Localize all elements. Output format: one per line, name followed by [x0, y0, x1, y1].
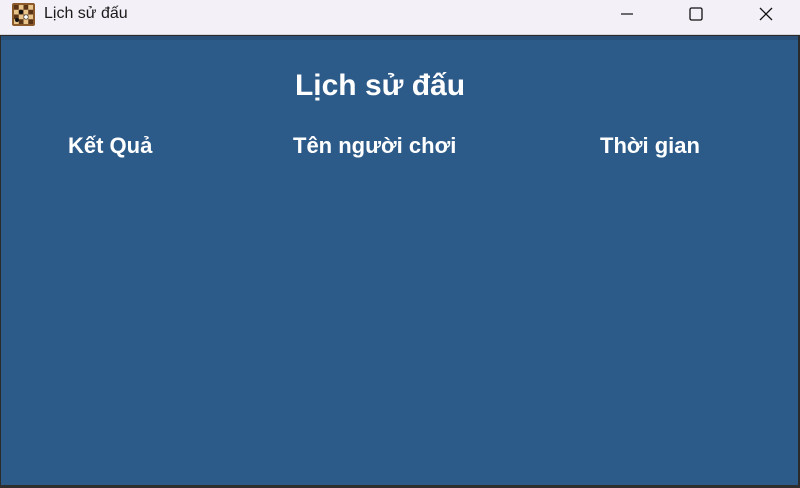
window-title: Lịch sử đấu [44, 5, 128, 22]
history-panel: Lịch sử đấu Kết Quả Tên người chơi Thời … [1, 36, 798, 485]
close-button[interactable] [743, 0, 789, 28]
page-title: Lịch sử đấu [294, 69, 466, 102]
column-header-player-name: Tên người chơi [293, 133, 457, 158]
minimize-button[interactable] [604, 0, 650, 28]
column-header-result: Kết Quả [68, 133, 153, 158]
minimize-icon [621, 13, 633, 15]
app-window: Lịch sử đấu Lịch sử đấu Kết Quả Tên ngườ… [0, 0, 800, 488]
title-bar[interactable]: Lịch sử đấu [0, 0, 800, 35]
chessboard-icon [12, 3, 35, 26]
close-icon [759, 7, 773, 21]
column-header-time: Thời gian [600, 133, 700, 158]
maximize-button[interactable] [673, 0, 719, 28]
maximize-icon [689, 7, 703, 21]
